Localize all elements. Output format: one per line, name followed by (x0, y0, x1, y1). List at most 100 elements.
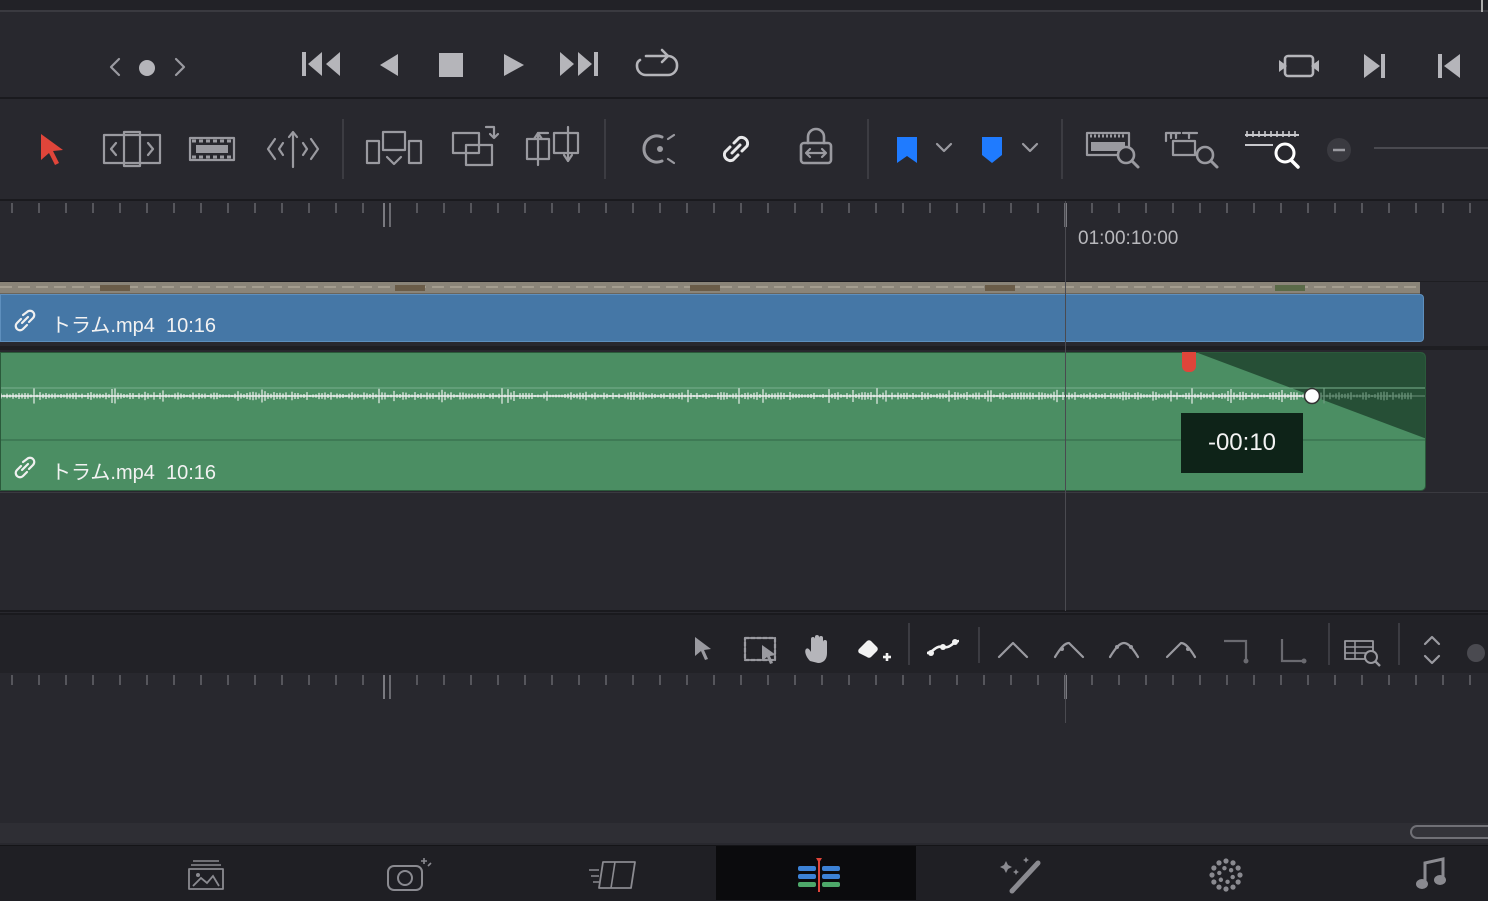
hold-icon[interactable] (1222, 637, 1252, 665)
loop-icon[interactable] (634, 48, 680, 81)
audio-clip-name: トラム.mp4 10:16 (51, 456, 216, 485)
playhead-line (1065, 201, 1066, 611)
dot (1217, 870, 1222, 876)
media-page-icon[interactable] (187, 858, 225, 892)
dot (1223, 858, 1229, 864)
dot (1235, 865, 1241, 871)
zoom-custom-icon[interactable] (1243, 129, 1303, 169)
dot (1237, 872, 1243, 878)
dot (1216, 884, 1222, 890)
dot (1211, 879, 1217, 885)
prev-edit-icon[interactable] (1436, 52, 1462, 80)
transport-bar (0, 12, 1488, 99)
ease-in-icon[interactable] (1053, 639, 1085, 661)
pointer-icon[interactable] (692, 635, 714, 661)
reverse-play-icon[interactable] (376, 52, 402, 78)
keyframe-toolbar (0, 613, 1488, 675)
dot (1230, 860, 1236, 866)
zoom-out-icon[interactable] (1326, 137, 1352, 163)
dot (1222, 865, 1227, 871)
fade-handle[interactable] (1181, 352, 1197, 372)
blade-icon[interactable] (265, 129, 321, 169)
expand-icon[interactable] (1421, 633, 1443, 667)
marquee-icon[interactable] (742, 635, 782, 665)
match-frame-icon[interactable] (1279, 52, 1321, 80)
dot (1230, 884, 1236, 890)
video-clip-name: トラム.mp4 10:16 (51, 309, 216, 338)
jump-to-end-icon[interactable] (558, 50, 602, 78)
deliver-page-icon[interactable] (1415, 857, 1447, 891)
zoom-detail-icon[interactable] (1163, 129, 1221, 169)
linked-selection-icon[interactable] (716, 129, 756, 169)
viewer-bottom-edge (0, 0, 1488, 12)
stop-icon[interactable] (438, 52, 464, 78)
video-clip-thumbnails (0, 282, 1420, 294)
fusion-page-icon[interactable] (796, 856, 842, 894)
cut-page-icon[interactable] (386, 856, 432, 894)
hand-icon[interactable] (802, 633, 832, 665)
toolbar-separator (1398, 623, 1400, 665)
keyframe-curve-editor[interactable] (0, 673, 1488, 823)
zoom-graph-icon[interactable] (1343, 637, 1383, 667)
track-divider (0, 346, 1488, 350)
horizontal-scrollbar[interactable] (0, 823, 1488, 843)
clip-name: トラム.mp4 (51, 462, 155, 484)
toolbar-separator (1328, 623, 1330, 665)
dynamic-trim-icon[interactable] (188, 133, 236, 165)
marker-dropdown-icon[interactable] (1020, 141, 1040, 155)
toolbar-separator (342, 119, 344, 179)
replace-clip-icon[interactable] (524, 125, 584, 169)
trim-edit-icon[interactable] (102, 130, 162, 168)
zoom-full-icon[interactable] (1084, 129, 1142, 169)
add-keyframe-icon[interactable] (855, 633, 895, 667)
toolbar-separator (604, 119, 606, 179)
volume-keyframe-handle[interactable] (1302, 386, 1322, 406)
fairlight-page-icon[interactable] (1206, 856, 1246, 894)
snapping-icon[interactable] (638, 131, 678, 167)
flag-icon[interactable] (894, 135, 920, 165)
video-clip[interactable]: トラム.mp4 10:16 (0, 294, 1424, 342)
dot (1218, 877, 1224, 882)
edit-page-icon[interactable] (587, 858, 639, 892)
next-clip-icon[interactable] (170, 56, 190, 78)
color-page-icon[interactable] (1000, 855, 1046, 895)
flag-dropdown-icon[interactable] (934, 141, 954, 155)
next-edit-icon[interactable] (1362, 52, 1388, 80)
toolbar-separator (867, 119, 869, 179)
overwrite-clip-icon[interactable] (450, 125, 500, 169)
link-icon (13, 309, 37, 332)
position-lock-icon[interactable] (798, 127, 834, 167)
zoom-slider-track[interactable] (1374, 147, 1488, 149)
linear-icon[interactable] (997, 639, 1029, 661)
marker-icon[interactable] (980, 135, 1004, 165)
selection-pointer-icon[interactable] (38, 132, 66, 166)
ruler-timecode-label: 01:00:10:00 (1078, 228, 1179, 249)
toolbar-separator (908, 623, 910, 665)
dot (1223, 886, 1229, 892)
keyframe-dot-icon[interactable] (1466, 643, 1488, 663)
clip-duration: 10:16 (166, 462, 217, 484)
dot (1225, 879, 1230, 885)
ease-in-out-icon[interactable] (1108, 639, 1140, 661)
timeline-ruler[interactable] (0, 201, 1488, 282)
insert-clip-icon[interactable] (365, 129, 423, 169)
track-divider (0, 610, 1488, 612)
dot (1228, 868, 1234, 873)
dot (1230, 874, 1235, 880)
jump-to-start-icon[interactable] (300, 50, 344, 78)
play-icon[interactable] (500, 52, 526, 78)
clip-duration: 10:16 (166, 315, 217, 337)
track-divider (0, 492, 1488, 493)
dot (1216, 860, 1222, 866)
ease-out-icon[interactable] (1165, 639, 1197, 661)
toolbar-separator (978, 627, 980, 663)
step-icon[interactable] (1278, 637, 1308, 665)
curve-icon[interactable] (925, 635, 961, 661)
prev-clip-icon[interactable] (105, 56, 125, 78)
dot-icon[interactable] (137, 58, 157, 78)
clip-name: トラム.mp4 (51, 315, 155, 337)
dot (1211, 865, 1217, 871)
scrollbar-thumb[interactable] (1410, 825, 1488, 839)
edit-toolbar (0, 99, 1488, 201)
link-icon (13, 456, 37, 479)
